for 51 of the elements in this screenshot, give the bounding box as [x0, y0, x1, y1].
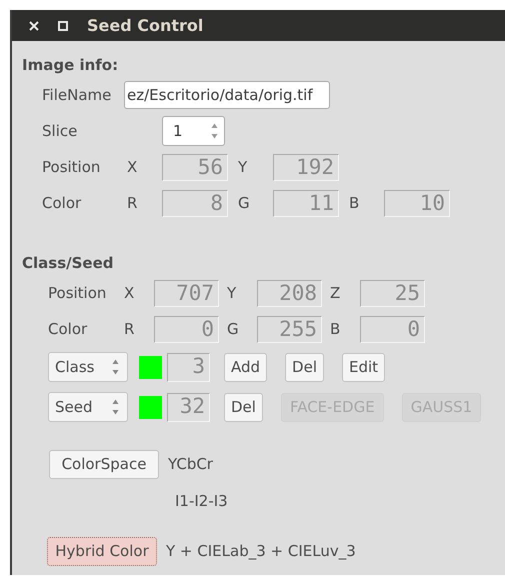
section-heading: Image info: [22, 55, 120, 76]
axis-label: R [124, 320, 136, 338]
lcd-display: 8 [162, 190, 228, 216]
lcd-display: 192 [273, 154, 339, 180]
axis-label: G [238, 194, 251, 212]
spin-arrows-icon [112, 398, 119, 416]
axis-label: Y [227, 284, 238, 302]
axis-label: Z [330, 284, 342, 302]
axis-label: B [349, 194, 360, 212]
close-icon[interactable] [29, 20, 39, 30]
type-combo-box[interactable]: Class [48, 352, 128, 382]
lcd-display: 56 [162, 154, 228, 180]
colorspace-button[interactable]: ColorSpace [49, 450, 159, 478]
axis-label: R [127, 194, 138, 212]
field-label: FileName [42, 86, 112, 104]
lcd-display: 208 [257, 280, 322, 306]
lcd-display: 3 [167, 352, 210, 382]
lcd-display: 0 [154, 316, 219, 342]
lcd-display: 11 [273, 190, 339, 216]
field-label: Color [42, 194, 82, 212]
action-button[interactable]: Del [224, 392, 263, 422]
field-label: Position [48, 284, 108, 302]
axis-label: X [127, 158, 138, 176]
action-button[interactable]: Edit [342, 352, 386, 382]
axis-label: X [124, 284, 136, 302]
filename-field[interactable]: ez/Escritorio/data/orig.tif [124, 81, 330, 109]
lcd-display: 32 [167, 392, 210, 422]
window-title: Seed Control [87, 16, 204, 35]
field-label: Slice [42, 122, 78, 140]
section-heading: Class/Seed [22, 253, 114, 274]
axis-label: Y [238, 158, 248, 176]
lcd-display: 0 [360, 316, 425, 342]
colorspace-option: I1-I2-I3 [175, 492, 228, 510]
axis-label: G [227, 320, 240, 338]
lcd-display: 25 [360, 280, 425, 306]
hybrid-color-value: Y + CIELab_3 + CIELuv_3 [166, 542, 356, 560]
type-combo-box[interactable]: Seed [48, 392, 128, 422]
lcd-display: 10 [384, 190, 450, 216]
field-label: Position [42, 158, 102, 176]
colorspace-option: YCbCr [168, 455, 213, 473]
lcd-display: 255 [257, 316, 322, 342]
axis-label: B [330, 320, 342, 338]
maximize-icon[interactable] [58, 20, 68, 30]
action-button[interactable]: Del [285, 352, 324, 382]
action-button[interactable]: Add [224, 352, 268, 382]
spin-arrows-icon [211, 122, 218, 140]
slice-spinbox[interactable]: 1 [162, 116, 225, 146]
hybrid-color-button[interactable]: Hybrid Color [47, 536, 157, 566]
lcd-display: 707 [154, 280, 219, 306]
field-label: Color [48, 320, 88, 338]
spin-arrows-icon [112, 358, 119, 376]
